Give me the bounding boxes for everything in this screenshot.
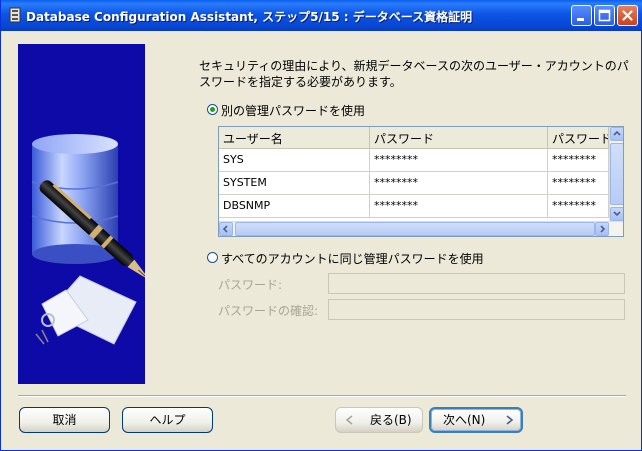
arrow-left-icon bbox=[222, 225, 228, 233]
maximize-button[interactable] bbox=[594, 5, 615, 26]
table-row[interactable]: DBSNMP ******** ******** bbox=[219, 195, 609, 218]
cell-password[interactable]: ******** bbox=[370, 172, 548, 195]
column-header-password[interactable]: パスワード bbox=[370, 127, 548, 149]
arrow-down-icon bbox=[613, 211, 621, 217]
footer-separator bbox=[18, 395, 626, 397]
confirm-password-label: パスワードの確認: bbox=[218, 304, 319, 318]
table-row[interactable]: SYSTEM ******** ******** bbox=[219, 172, 609, 195]
cancel-button[interactable]: 取消 bbox=[19, 407, 110, 433]
chevron-right-icon bbox=[506, 415, 514, 425]
database-pen-illustration bbox=[18, 44, 145, 384]
cell-username: SYS bbox=[219, 149, 370, 172]
next-button-label: 次へ(N) bbox=[443, 413, 486, 427]
vertical-scrollbar[interactable] bbox=[609, 127, 623, 221]
column-header-confirm[interactable]: パスワードの bbox=[548, 127, 609, 149]
cell-username: DBSNMP bbox=[219, 195, 370, 218]
scroll-down-button[interactable] bbox=[610, 207, 623, 221]
app-icon bbox=[9, 7, 21, 23]
cell-password[interactable]: ******** bbox=[370, 149, 548, 172]
cell-confirm[interactable]: ******** bbox=[548, 195, 609, 218]
back-button[interactable]: 戻る(B) bbox=[335, 407, 423, 433]
scroll-right-button[interactable] bbox=[595, 222, 609, 236]
confirm-password-input[interactable] bbox=[328, 299, 625, 320]
cell-confirm[interactable]: ******** bbox=[548, 172, 609, 195]
minimize-icon bbox=[577, 18, 584, 21]
wizard-illustration bbox=[18, 44, 145, 384]
arrow-right-icon bbox=[600, 225, 606, 233]
cell-username: SYSTEM bbox=[219, 172, 370, 195]
arrow-up-icon bbox=[613, 130, 621, 136]
accounts-table: ユーザー名 パスワード パスワードの SYS ******** ********… bbox=[218, 126, 624, 237]
label-same-password[interactable]: すべてのアカウントに同じ管理パスワードを使用 bbox=[221, 250, 484, 267]
cancel-button-label: 取消 bbox=[52, 413, 77, 427]
help-button-label: ヘルプ bbox=[149, 413, 186, 427]
label-separate-passwords[interactable]: 別の管理パスワードを使用 bbox=[221, 102, 365, 119]
dca-window: Database Configuration Assistant, ステップ5/… bbox=[0, 0, 642, 451]
description-text: セキュリティの理由により、新規データベースの次のユーザー・アカウントのパスワード… bbox=[199, 59, 629, 89]
scroll-up-button[interactable] bbox=[610, 127, 623, 141]
vertical-scroll-thumb[interactable] bbox=[610, 143, 623, 205]
back-button-label: 戻る(B) bbox=[370, 413, 412, 427]
close-icon bbox=[622, 10, 633, 21]
chevron-left-icon bbox=[345, 415, 353, 425]
horizontal-scroll-thumb[interactable] bbox=[235, 222, 595, 236]
column-header-username[interactable]: ユーザー名 bbox=[219, 127, 370, 149]
horizontal-scrollbar[interactable] bbox=[219, 221, 623, 236]
scroll-left-button[interactable] bbox=[219, 222, 233, 236]
cell-confirm[interactable]: ******** bbox=[548, 149, 609, 172]
maximize-icon bbox=[598, 9, 611, 22]
cell-password[interactable]: ******** bbox=[370, 195, 548, 218]
table-row[interactable]: SYS ******** ******** bbox=[219, 149, 609, 172]
radio-same-password[interactable] bbox=[207, 252, 218, 263]
minimize-button[interactable] bbox=[571, 5, 592, 26]
next-button[interactable]: 次へ(N) bbox=[429, 407, 523, 433]
window-title: Database Configuration Assistant, ステップ5/… bbox=[26, 10, 473, 24]
password-input[interactable] bbox=[328, 273, 625, 294]
title-bar[interactable]: Database Configuration Assistant, ステップ5/… bbox=[1, 0, 642, 31]
close-button[interactable] bbox=[617, 5, 638, 26]
radio-separate-passwords[interactable] bbox=[207, 104, 218, 115]
password-label: パスワード: bbox=[218, 278, 283, 292]
help-button[interactable]: ヘルプ bbox=[122, 407, 213, 433]
